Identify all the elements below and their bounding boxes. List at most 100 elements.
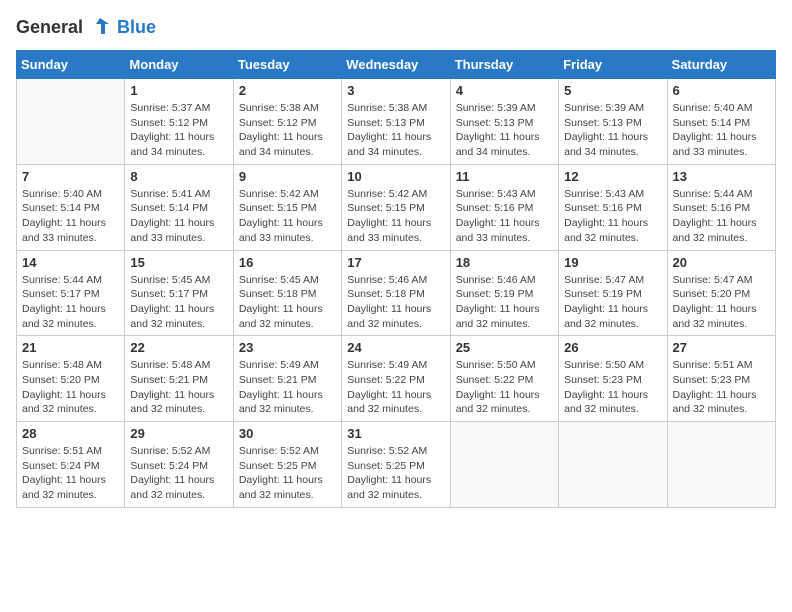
day-detail: Sunrise: 5:43 AMSunset: 5:16 PMDaylight:…	[564, 187, 661, 246]
day-number: 12	[564, 169, 661, 184]
calendar-cell: 30 Sunrise: 5:52 AMSunset: 5:25 PMDayligh…	[233, 422, 341, 508]
day-number: 27	[673, 340, 770, 355]
calendar-cell: 13 Sunrise: 5:44 AMSunset: 5:16 PMDayligh…	[667, 164, 775, 250]
day-number: 16	[239, 255, 336, 270]
calendar-cell: 12 Sunrise: 5:43 AMSunset: 5:16 PMDayligh…	[559, 164, 667, 250]
calendar-week-row: 1 Sunrise: 5:37 AMSunset: 5:12 PMDaylight…	[17, 79, 776, 165]
calendar-cell	[559, 422, 667, 508]
calendar-cell: 7 Sunrise: 5:40 AMSunset: 5:14 PMDaylight…	[17, 164, 125, 250]
column-header-monday: Monday	[125, 51, 233, 79]
day-detail: Sunrise: 5:45 AMSunset: 5:17 PMDaylight:…	[130, 273, 227, 332]
day-number: 1	[130, 83, 227, 98]
day-number: 24	[347, 340, 444, 355]
day-number: 5	[564, 83, 661, 98]
day-detail: Sunrise: 5:42 AMSunset: 5:15 PMDaylight:…	[347, 187, 444, 246]
calendar-cell: 1 Sunrise: 5:37 AMSunset: 5:12 PMDaylight…	[125, 79, 233, 165]
column-header-wednesday: Wednesday	[342, 51, 450, 79]
calendar-week-row: 21 Sunrise: 5:48 AMSunset: 5:20 PMDayligh…	[17, 336, 776, 422]
calendar-cell: 29 Sunrise: 5:52 AMSunset: 5:24 PMDayligh…	[125, 422, 233, 508]
calendar-cell	[17, 79, 125, 165]
day-number: 11	[456, 169, 553, 184]
day-detail: Sunrise: 5:47 AMSunset: 5:20 PMDaylight:…	[673, 273, 770, 332]
day-detail: Sunrise: 5:48 AMSunset: 5:21 PMDaylight:…	[130, 358, 227, 417]
day-detail: Sunrise: 5:39 AMSunset: 5:13 PMDaylight:…	[564, 101, 661, 160]
calendar-cell: 22 Sunrise: 5:48 AMSunset: 5:21 PMDayligh…	[125, 336, 233, 422]
calendar-cell: 4 Sunrise: 5:39 AMSunset: 5:13 PMDaylight…	[450, 79, 558, 165]
logo-blue-text: Blue	[117, 17, 156, 38]
day-number: 6	[673, 83, 770, 98]
calendar-cell: 26 Sunrise: 5:50 AMSunset: 5:23 PMDayligh…	[559, 336, 667, 422]
page-header: General Blue	[16, 16, 776, 38]
calendar-cell: 16 Sunrise: 5:45 AMSunset: 5:18 PMDayligh…	[233, 250, 341, 336]
day-detail: Sunrise: 5:38 AMSunset: 5:12 PMDaylight:…	[239, 101, 336, 160]
calendar-cell: 19 Sunrise: 5:47 AMSunset: 5:19 PMDayligh…	[559, 250, 667, 336]
calendar-cell: 31 Sunrise: 5:52 AMSunset: 5:25 PMDayligh…	[342, 422, 450, 508]
day-number: 4	[456, 83, 553, 98]
day-detail: Sunrise: 5:49 AMSunset: 5:21 PMDaylight:…	[239, 358, 336, 417]
calendar-cell: 20 Sunrise: 5:47 AMSunset: 5:20 PMDayligh…	[667, 250, 775, 336]
day-number: 14	[22, 255, 119, 270]
calendar-cell: 15 Sunrise: 5:45 AMSunset: 5:17 PMDayligh…	[125, 250, 233, 336]
day-number: 13	[673, 169, 770, 184]
day-number: 29	[130, 426, 227, 441]
calendar-week-row: 14Sunrise: 5:44 AMSunset: 5:17 PMDayligh…	[17, 250, 776, 336]
day-detail: Sunrise: 5:46 AMSunset: 5:19 PMDaylight:…	[456, 273, 553, 332]
calendar-cell: 11Sunrise: 5:43 AMSunset: 5:16 PMDayligh…	[450, 164, 558, 250]
day-detail: Sunrise: 5:48 AMSunset: 5:20 PMDaylight:…	[22, 358, 119, 417]
calendar-cell	[450, 422, 558, 508]
day-detail: Sunrise: 5:44 AMSunset: 5:16 PMDaylight:…	[673, 187, 770, 246]
day-number: 22	[130, 340, 227, 355]
column-header-sunday: Sunday	[17, 51, 125, 79]
day-number: 21	[22, 340, 119, 355]
day-detail: Sunrise: 5:38 AMSunset: 5:13 PMDaylight:…	[347, 101, 444, 160]
day-number: 7	[22, 169, 119, 184]
calendar-cell: 2 Sunrise: 5:38 AMSunset: 5:12 PMDaylight…	[233, 79, 341, 165]
day-number: 30	[239, 426, 336, 441]
day-detail: Sunrise: 5:47 AMSunset: 5:19 PMDaylight:…	[564, 273, 661, 332]
calendar-cell: 21 Sunrise: 5:48 AMSunset: 5:20 PMDayligh…	[17, 336, 125, 422]
calendar-cell: 23Sunrise: 5:49 AMSunset: 5:21 PMDayligh…	[233, 336, 341, 422]
day-detail: Sunrise: 5:46 AMSunset: 5:18 PMDaylight:…	[347, 273, 444, 332]
calendar-cell: 28Sunrise: 5:51 AMSunset: 5:24 PMDayligh…	[17, 422, 125, 508]
calendar-cell: 27 Sunrise: 5:51 AMSunset: 5:23 PMDayligh…	[667, 336, 775, 422]
logo-general-text: General	[16, 17, 83, 38]
calendar-table: SundayMondayTuesdayWednesdayThursdayFrid…	[16, 50, 776, 508]
calendar-cell: 18 Sunrise: 5:46 AMSunset: 5:19 PMDayligh…	[450, 250, 558, 336]
day-detail: Sunrise: 5:42 AMSunset: 5:15 PMDaylight:…	[239, 187, 336, 246]
calendar-cell	[667, 422, 775, 508]
day-number: 20	[673, 255, 770, 270]
day-number: 19	[564, 255, 661, 270]
calendar-week-row: 7 Sunrise: 5:40 AMSunset: 5:14 PMDaylight…	[17, 164, 776, 250]
day-detail: Sunrise: 5:52 AMSunset: 5:25 PMDaylight:…	[239, 444, 336, 503]
calendar-cell: 25Sunrise: 5:50 AMSunset: 5:22 PMDayligh…	[450, 336, 558, 422]
calendar-cell: 5 Sunrise: 5:39 AMSunset: 5:13 PMDaylight…	[559, 79, 667, 165]
calendar-cell: 17 Sunrise: 5:46 AMSunset: 5:18 PMDayligh…	[342, 250, 450, 336]
day-number: 3	[347, 83, 444, 98]
column-header-friday: Friday	[559, 51, 667, 79]
day-number: 17	[347, 255, 444, 270]
day-detail: Sunrise: 5:51 AMSunset: 5:23 PMDaylight:…	[673, 358, 770, 417]
day-number: 10	[347, 169, 444, 184]
day-detail: Sunrise: 5:52 AMSunset: 5:24 PMDaylight:…	[130, 444, 227, 503]
day-number: 9	[239, 169, 336, 184]
day-detail: Sunrise: 5:45 AMSunset: 5:18 PMDaylight:…	[239, 273, 336, 332]
column-header-saturday: Saturday	[667, 51, 775, 79]
day-number: 28	[22, 426, 119, 441]
day-detail: Sunrise: 5:40 AMSunset: 5:14 PMDaylight:…	[22, 187, 119, 246]
day-number: 8	[130, 169, 227, 184]
day-number: 26	[564, 340, 661, 355]
column-header-tuesday: Tuesday	[233, 51, 341, 79]
day-detail: Sunrise: 5:41 AMSunset: 5:14 PMDaylight:…	[130, 187, 227, 246]
day-detail: Sunrise: 5:39 AMSunset: 5:13 PMDaylight:…	[456, 101, 553, 160]
calendar-cell: 3 Sunrise: 5:38 AMSunset: 5:13 PMDaylight…	[342, 79, 450, 165]
day-detail: Sunrise: 5:40 AMSunset: 5:14 PMDaylight:…	[673, 101, 770, 160]
day-number: 15	[130, 255, 227, 270]
logo: General Blue	[16, 16, 156, 38]
day-number: 18	[456, 255, 553, 270]
calendar-cell: 8 Sunrise: 5:41 AMSunset: 5:14 PMDaylight…	[125, 164, 233, 250]
day-detail: Sunrise: 5:52 AMSunset: 5:25 PMDaylight:…	[347, 444, 444, 503]
day-number: 31	[347, 426, 444, 441]
day-number: 2	[239, 83, 336, 98]
day-detail: Sunrise: 5:50 AMSunset: 5:23 PMDaylight:…	[564, 358, 661, 417]
day-detail: Sunrise: 5:37 AMSunset: 5:12 PMDaylight:…	[130, 101, 227, 160]
